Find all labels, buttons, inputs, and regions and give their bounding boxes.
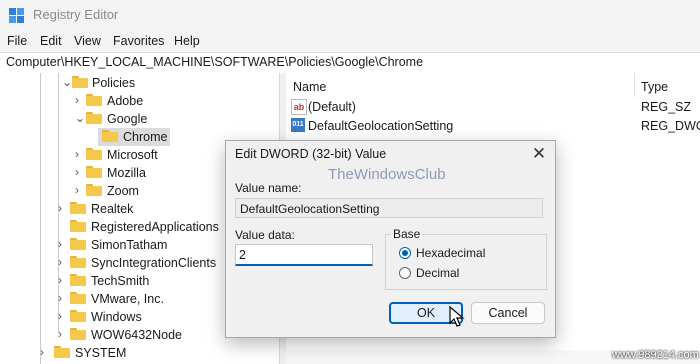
value-data-input[interactable]: 2 xyxy=(235,244,373,266)
folder-icon xyxy=(70,292,86,304)
chevron-right-icon[interactable]: › xyxy=(58,237,62,251)
chevron-right-icon[interactable]: › xyxy=(58,255,62,269)
decimal-radio[interactable] xyxy=(399,267,411,279)
folder-icon xyxy=(70,238,86,250)
value-name-label: Value name: xyxy=(235,181,302,195)
folder-icon xyxy=(70,328,86,340)
folder-icon xyxy=(70,310,86,322)
folder-icon xyxy=(86,94,102,106)
chevron-right-icon[interactable]: › xyxy=(58,327,62,341)
chevron-right-icon[interactable]: › xyxy=(40,345,44,359)
value-name: (Default) xyxy=(308,100,356,114)
column-header-name[interactable]: Name xyxy=(293,80,326,94)
cancel-button[interactable]: Cancel xyxy=(471,302,545,324)
folder-icon xyxy=(72,76,88,88)
value-name: DefaultGeolocationSetting xyxy=(308,119,454,133)
value-row-default[interactable]: ab (Default) REG_SZ xyxy=(290,98,700,116)
tree-item-system[interactable]: › SYSTEM xyxy=(0,344,279,362)
folder-icon xyxy=(86,184,102,196)
menu-view[interactable]: View xyxy=(74,34,101,48)
tree-item-label: Windows xyxy=(91,310,142,324)
dword-value-icon: 011 xyxy=(291,118,305,132)
chevron-right-icon[interactable]: › xyxy=(58,201,62,215)
value-type: REG_SZ xyxy=(641,100,692,114)
tree-item-label: Adobe xyxy=(107,94,144,108)
tree-item-label: Zoom xyxy=(107,184,139,198)
menu-help[interactable]: Help xyxy=(174,34,200,48)
address-bar[interactable]: Computer\HKEY_LOCAL_MACHINE\SOFTWARE\Pol… xyxy=(0,52,700,74)
chevron-right-icon[interactable]: › xyxy=(58,273,62,287)
hexadecimal-radio[interactable] xyxy=(399,247,411,259)
folder-icon xyxy=(70,274,86,286)
folder-icon xyxy=(70,220,86,232)
value-row-defaultgeolocationsetting[interactable]: 011 DefaultGeolocationSetting REG_DWORD xyxy=(290,117,700,135)
folder-icon xyxy=(102,130,118,142)
tree-item-adobe[interactable]: › Adobe xyxy=(0,92,279,110)
string-value-icon: ab xyxy=(291,99,307,115)
decimal-label[interactable]: Decimal xyxy=(416,266,459,280)
chevron-down-icon[interactable]: ⌄ xyxy=(62,75,72,89)
close-icon[interactable]: ✕ xyxy=(528,143,550,165)
folder-icon xyxy=(86,148,102,160)
tree-item-label: Chrome xyxy=(123,130,168,144)
tree-item-label: Mozilla xyxy=(107,166,146,180)
registry-editor-icon xyxy=(9,8,24,23)
tree-item-label: SyncIntegrationClients xyxy=(91,256,217,270)
tree-item-label: Microsoft xyxy=(107,148,158,162)
title-bar: Registry Editor xyxy=(0,0,700,30)
chevron-right-icon[interactable]: › xyxy=(75,165,79,179)
dialog-title: Edit DWORD (32-bit) Value xyxy=(235,147,387,161)
tree-item-chrome[interactable]: Chrome xyxy=(98,128,170,146)
column-separator[interactable] xyxy=(634,73,635,97)
site-watermark: www.989214.com xyxy=(612,349,699,361)
hexadecimal-label[interactable]: Hexadecimal xyxy=(416,246,485,260)
folder-icon xyxy=(54,346,70,358)
window-title: Registry Editor xyxy=(33,7,119,22)
folder-icon xyxy=(70,256,86,268)
value-type: REG_DWORD xyxy=(641,119,700,133)
folder-icon xyxy=(86,166,102,178)
tree-item-label: WOW6432Node xyxy=(91,328,183,342)
tree-item-policies[interactable]: ⌄ Policies xyxy=(0,74,279,92)
value-data-label: Value data: xyxy=(235,228,295,242)
column-header-type[interactable]: Type xyxy=(641,80,668,94)
chevron-right-icon[interactable]: › xyxy=(58,291,62,305)
chevron-down-icon[interactable]: ⌄ xyxy=(75,111,85,125)
chevron-right-icon[interactable]: › xyxy=(75,183,79,197)
menu-favorites[interactable]: Favorites xyxy=(113,34,164,48)
mouse-pointer-icon xyxy=(449,306,465,327)
chevron-right-icon[interactable]: › xyxy=(75,93,79,107)
tree-item-label: Policies xyxy=(92,76,136,90)
tree-item-label: Google xyxy=(107,112,148,126)
brand-watermark: TheWindowsClub xyxy=(328,166,446,183)
tree-item-label: TechSmith xyxy=(91,274,150,288)
base-label: Base xyxy=(391,227,423,241)
menu-file[interactable]: File xyxy=(7,34,27,48)
folder-icon xyxy=(70,202,86,214)
chevron-right-icon[interactable]: › xyxy=(58,309,62,323)
tree-item-label: SYSTEM xyxy=(75,346,127,360)
tree-item-label: SimonTatham xyxy=(91,238,168,252)
tree-item-label: VMware, Inc. xyxy=(91,292,164,306)
folder-icon xyxy=(86,112,102,124)
chevron-right-icon[interactable]: › xyxy=(75,147,79,161)
base-group xyxy=(385,234,547,290)
value-name-field: DefaultGeolocationSetting xyxy=(235,198,543,218)
menu-edit[interactable]: Edit xyxy=(40,34,62,48)
menu-bar: File Edit View Favorites Help xyxy=(0,30,700,52)
tree-item-label: Realtek xyxy=(91,202,134,216)
tree-item-label: RegisteredApplications xyxy=(91,220,219,234)
address-path[interactable]: Computer\HKEY_LOCAL_MACHINE\SOFTWARE\Pol… xyxy=(6,55,423,69)
tree-item-google[interactable]: ⌄ Google xyxy=(0,110,279,128)
